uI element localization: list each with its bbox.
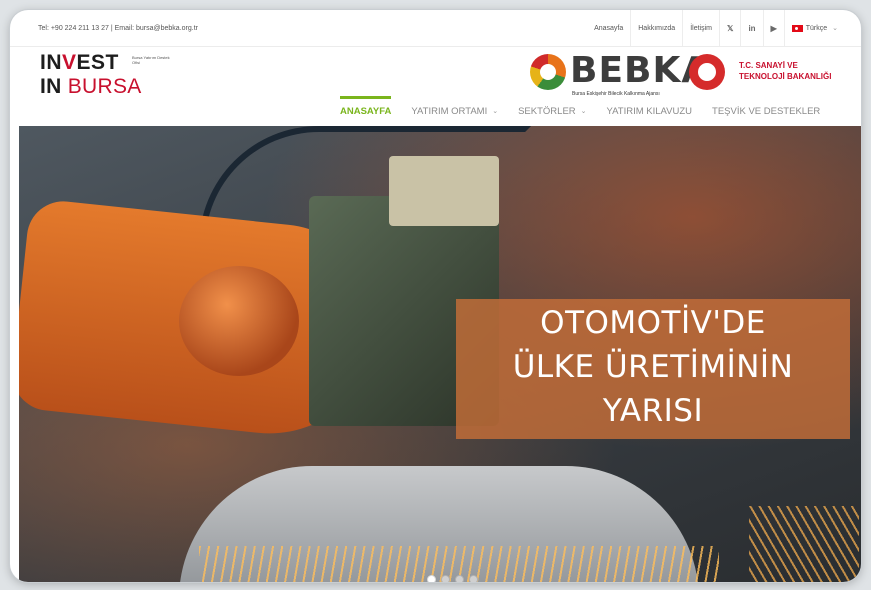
nav-item-incentives[interactable]: TEŞVİK VE DESTEKLER <box>702 96 830 126</box>
twitter-icon[interactable]: 𝕏 <box>719 10 740 46</box>
ministry-seal-icon <box>689 54 725 90</box>
slider-dot-3[interactable] <box>454 575 464 582</box>
ministry-name: T.C. SANAYİ VE TEKNOLOJİ BAKANLIĞI <box>739 61 832 81</box>
bebka-logo[interactable]: BEBKA Bursa Eskişehir Bilecik Kalkınma A… <box>530 50 760 100</box>
chevron-down-icon: ⌄ <box>580 108 587 115</box>
chevron-down-icon: ⌄ <box>832 25 838 32</box>
language-selector[interactable]: Türkçe ⌄ <box>783 10 845 46</box>
robot-tool-top-image <box>389 156 499 226</box>
top-link-home[interactable]: Anasayfa <box>587 10 630 46</box>
logo-subtext: Bursa Yatırım Destek Ofisi <box>132 55 170 65</box>
logo-line-2: IN BURSA <box>40 75 142 98</box>
nav-item-sectors[interactable]: SEKTÖRLER ⌄ <box>508 96 596 126</box>
contact-info: Tel: +90 224 211 13 27 | Email: bursa@be… <box>38 25 198 32</box>
robot-joint-image <box>179 266 299 376</box>
nav-item-investment-environment[interactable]: YATIRIM ORTAMI ⌄ <box>401 96 508 126</box>
linkedin-icon[interactable]: in <box>740 10 762 46</box>
top-links: Anasayfa Hakkımızda İletişim 𝕏 in ▶ Türk… <box>587 10 845 46</box>
top-link-contact[interactable]: İletişim <box>682 10 719 46</box>
chevron-down-icon: ⌄ <box>492 108 499 115</box>
turkey-flag-icon <box>791 24 803 32</box>
logo-line-1: INVEST <box>40 51 119 74</box>
bebka-mark-icon <box>530 54 566 90</box>
nav-item-investment-guide[interactable]: YATIRIM KILAVUZU <box>597 96 703 126</box>
main-nav: ANASAYFA YATIRIM ORTAMI ⌄ SEKTÖRLER ⌄ YATI… <box>330 96 830 126</box>
language-label: Türkçe <box>805 24 828 32</box>
top-bar: Tel: +90 224 211 13 27 | Email: bursa@be… <box>10 10 861 47</box>
nav-item-home[interactable]: ANASAYFA <box>330 96 401 126</box>
hero-caption: OTOMOTİV'DE ÜLKE ÜRETİMİNİN YARISI <box>512 305 794 429</box>
browser-frame: Tel: +90 224 211 13 27 | Email: bursa@be… <box>10 10 861 582</box>
youtube-icon[interactable]: ▶ <box>762 10 784 46</box>
slider-dot-4[interactable] <box>468 575 478 582</box>
slider-dot-2[interactable] <box>440 575 450 582</box>
hero-slider[interactable]: OTOMOTİV'DE ÜLKE ÜRETİMİNİN YARISI <box>19 126 861 582</box>
top-link-about[interactable]: Hakkımızda <box>630 10 682 46</box>
welding-sparks-image-2 <box>749 506 859 582</box>
slider-dot-1[interactable] <box>426 575 436 582</box>
invest-in-bursa-logo[interactable]: INVEST Bursa Yatırım Destek Ofisi IN BUR… <box>40 51 180 105</box>
slider-pagination <box>424 575 480 582</box>
